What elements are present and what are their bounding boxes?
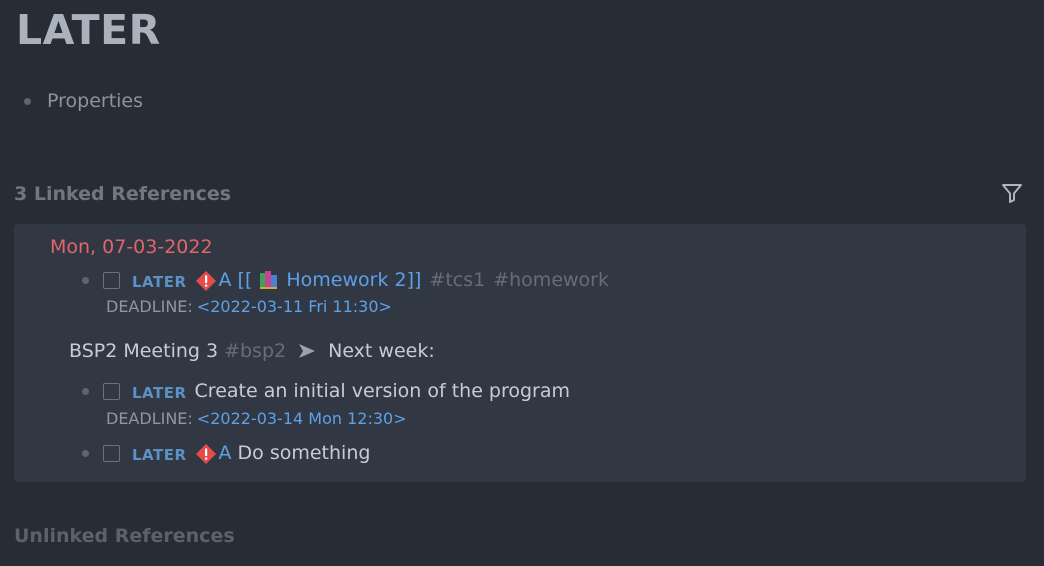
block-bullet[interactable] bbox=[82, 449, 89, 457]
block-bullet[interactable] bbox=[82, 387, 89, 395]
properties-label: Properties bbox=[47, 90, 144, 112]
tag-tcs1[interactable]: #tcs1 bbox=[429, 269, 485, 291]
tag-bsp2[interactable]: #bsp2 bbox=[224, 340, 286, 362]
priority-warning-icon bbox=[195, 443, 217, 465]
linked-references-title[interactable]: 3 Linked References bbox=[14, 183, 231, 205]
breadcrumb: BSP2 Meeting 3 #bsp2 Next week: bbox=[69, 340, 435, 362]
later-marker[interactable]: LATER bbox=[132, 273, 187, 291]
page-link-homework-2[interactable]: Homework 2 bbox=[286, 269, 406, 291]
tag-homework[interactable]: #homework bbox=[493, 269, 609, 291]
todo-block: LATER Create an initial version of the p… bbox=[82, 380, 570, 402]
page-title: LATER bbox=[16, 6, 161, 54]
arrow-right-icon bbox=[298, 343, 316, 359]
priority-a[interactable]: A bbox=[219, 269, 232, 291]
filter-icon[interactable] bbox=[1000, 181, 1024, 205]
todo-checkbox[interactable] bbox=[103, 382, 120, 400]
block-bullet[interactable] bbox=[82, 276, 89, 284]
breadcrumb-child[interactable]: Next week: bbox=[328, 340, 435, 362]
journal-date-link[interactable]: Mon, 07-03-2022 bbox=[50, 236, 213, 258]
books-icon bbox=[258, 269, 280, 291]
deadline-label: DEADLINE: bbox=[106, 409, 193, 428]
todo-checkbox[interactable] bbox=[103, 271, 120, 289]
breadcrumb-parent[interactable]: BSP2 Meeting 3 bbox=[69, 340, 218, 362]
deadline-value[interactable]: <2022-03-11 Fri 11:30> bbox=[197, 297, 392, 316]
linked-references-panel: Mon, 07-03-2022 LATER A [[ Homework 2 ]]… bbox=[14, 224, 1026, 482]
deadline-value[interactable]: <2022-03-14 Mon 12:30> bbox=[197, 409, 407, 428]
close-bracket: ]] bbox=[406, 269, 422, 291]
later-marker[interactable]: LATER bbox=[132, 446, 187, 464]
block-bullet[interactable] bbox=[24, 97, 31, 105]
priority-warning-icon bbox=[195, 270, 217, 292]
deadline-row: DEADLINE: <2022-03-14 Mon 12:30> bbox=[106, 409, 407, 428]
deadline-row: DEADLINE: <2022-03-11 Fri 11:30> bbox=[106, 297, 392, 316]
block-text[interactable]: Do something bbox=[238, 442, 371, 464]
deadline-label: DEADLINE: bbox=[106, 297, 193, 316]
unlinked-references-title[interactable]: Unlinked References bbox=[14, 525, 235, 547]
later-marker[interactable]: LATER bbox=[132, 384, 187, 402]
open-bracket: [[ bbox=[237, 269, 253, 291]
todo-block: LATER A [[ Homework 2 ]] #tcs1 #homework bbox=[82, 268, 609, 292]
todo-checkbox[interactable] bbox=[103, 444, 120, 462]
todo-block: LATER A Do something bbox=[82, 441, 370, 465]
block-text[interactable]: Create an initial version of the program bbox=[195, 380, 571, 402]
priority-a[interactable]: A bbox=[219, 442, 232, 464]
properties-block[interactable]: Properties bbox=[24, 90, 143, 112]
